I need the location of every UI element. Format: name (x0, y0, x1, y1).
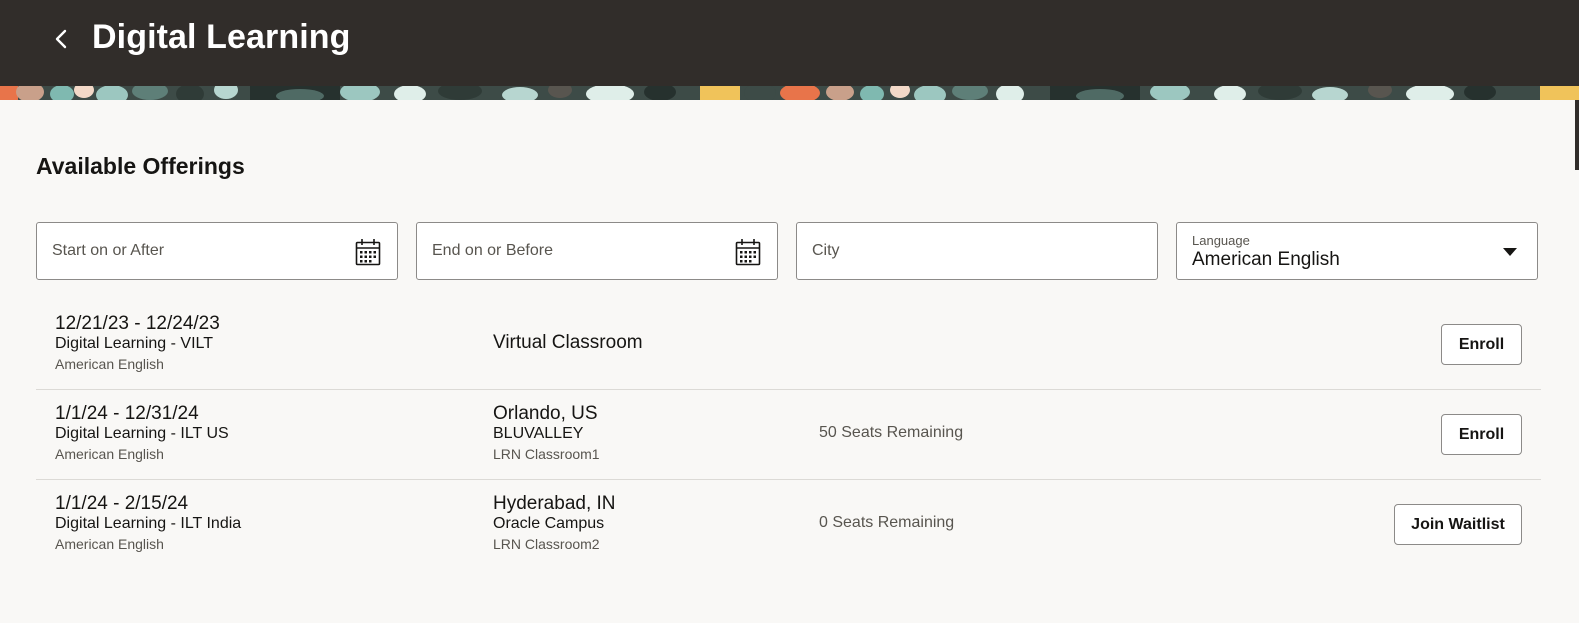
calendar-icon[interactable] (735, 238, 761, 266)
chevron-left-icon (55, 29, 67, 49)
calendar-icon[interactable] (355, 238, 381, 266)
end-date-placeholder: End on or Before (432, 242, 553, 259)
start-date-placeholder: Start on or After (52, 242, 165, 259)
offering-room: LRN Classroom2 (493, 536, 600, 552)
offering-language: American English (55, 356, 164, 372)
section-title: Available Offerings (36, 153, 245, 179)
offering-facility: BLUVALLEY (493, 425, 584, 442)
app-header: Digital Learning (0, 0, 1579, 86)
list-item: 12/21/23 - 12/24/23 Digital Learning - V… (36, 300, 1541, 390)
offering-name: Digital Learning - ILT India (55, 515, 242, 532)
decorative-banner (0, 86, 1579, 100)
caret-down-icon[interactable] (1503, 248, 1517, 256)
offering-language: American English (55, 536, 164, 552)
language-value: American English (1192, 249, 1340, 270)
offering-dates: 1/1/24 - 12/31/24 (55, 403, 199, 424)
page-title: Digital Learning (92, 18, 351, 56)
offering-facility: Oracle Campus (493, 515, 605, 532)
join-waitlist-button[interactable]: Join Waitlist (1394, 504, 1522, 545)
offering-location: Hyderabad, IN (493, 493, 616, 514)
seats-remaining: 0 Seats Remaining (819, 514, 955, 531)
back-button[interactable] (46, 24, 76, 54)
list-item: 1/1/24 - 2/15/24 Digital Learning - ILT … (36, 480, 1541, 570)
language-label: Language (1192, 233, 1250, 248)
offering-dates: 1/1/24 - 2/15/24 (55, 493, 189, 514)
scrollbar-thumb[interactable] (1575, 100, 1579, 170)
enroll-button[interactable]: Enroll (1441, 324, 1522, 365)
end-date-field[interactable]: End on or Before (416, 222, 778, 280)
city-placeholder: City (812, 242, 840, 259)
language-select[interactable]: Language American English (1176, 222, 1538, 280)
offering-dates: 12/21/23 - 12/24/23 (55, 313, 220, 334)
offering-location: Virtual Classroom (493, 332, 643, 353)
seats-remaining: 50 Seats Remaining (819, 424, 964, 441)
start-date-field[interactable]: Start on or After (36, 222, 398, 280)
list-item: 1/1/24 - 12/31/24 Digital Learning - ILT… (36, 390, 1541, 480)
offering-language: American English (55, 446, 164, 462)
offering-name: Digital Learning - VILT (55, 335, 213, 352)
offering-location: Orlando, US (493, 403, 598, 424)
offering-room: LRN Classroom1 (493, 446, 600, 462)
city-field[interactable]: City (796, 222, 1158, 280)
enroll-button[interactable]: Enroll (1441, 414, 1522, 455)
offering-name: Digital Learning - ILT US (55, 425, 229, 442)
